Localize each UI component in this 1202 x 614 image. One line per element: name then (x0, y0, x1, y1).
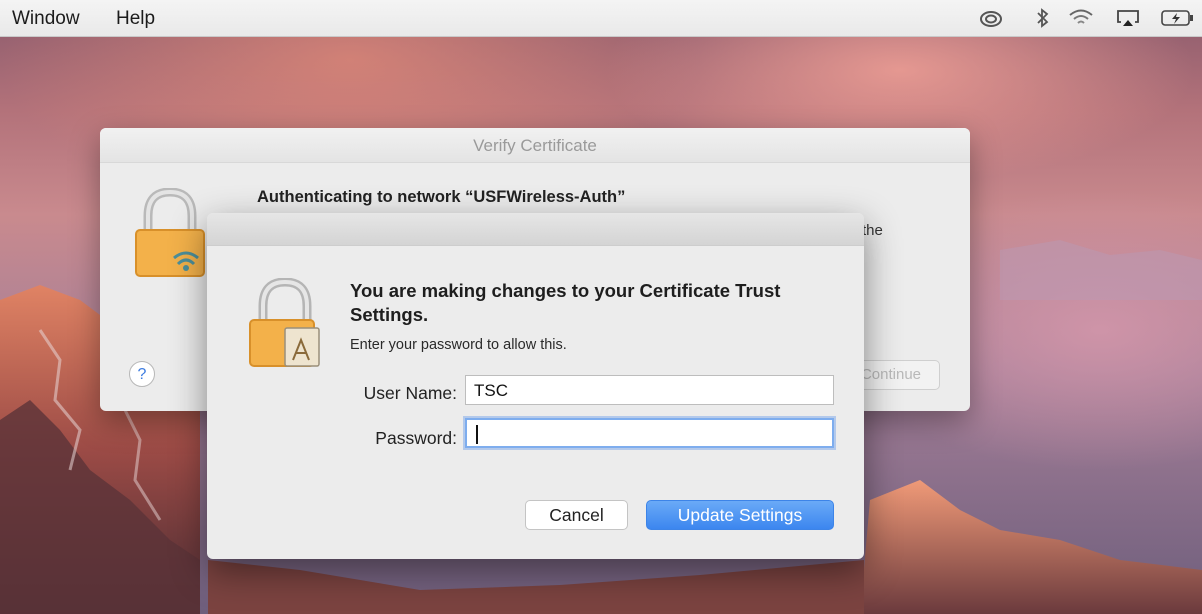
password-field[interactable] (465, 418, 834, 448)
dialog-title: You are making changes to your Certifica… (350, 280, 781, 325)
menu-help[interactable]: Help (116, 8, 155, 30)
username-label: User Name: (363, 383, 457, 403)
wifi-lock-icon (134, 187, 206, 283)
lock-icon (247, 277, 325, 375)
authentication-dialog: You are making changes to your Certifica… (207, 213, 864, 559)
dialog-subtitle: Enter your password to allow this. (350, 337, 567, 353)
network-heading: Authenticating to network “USFWireless-A… (257, 188, 626, 206)
password-label: Password: (375, 428, 457, 448)
bluetooth-icon[interactable] (1030, 8, 1056, 28)
description-text-fragment: the (862, 222, 883, 239)
menu-bar: Window Help (0, 0, 1202, 37)
dialog-titlebar (207, 213, 864, 246)
text-cursor (476, 425, 478, 444)
cancel-button[interactable]: Cancel (525, 500, 628, 530)
help-button[interactable]: ? (129, 361, 155, 387)
update-settings-button[interactable]: Update Settings (646, 500, 834, 530)
menu-window[interactable]: Window (12, 8, 80, 30)
creative-cloud-icon[interactable] (978, 8, 1004, 28)
airplay-icon[interactable] (1115, 8, 1141, 28)
battery-charging-icon[interactable] (1160, 8, 1196, 28)
username-field[interactable]: TSC (465, 375, 834, 405)
username-value: TSC (474, 381, 508, 400)
wifi-icon[interactable] (1068, 8, 1094, 28)
window-title: Verify Certificate (100, 128, 970, 163)
